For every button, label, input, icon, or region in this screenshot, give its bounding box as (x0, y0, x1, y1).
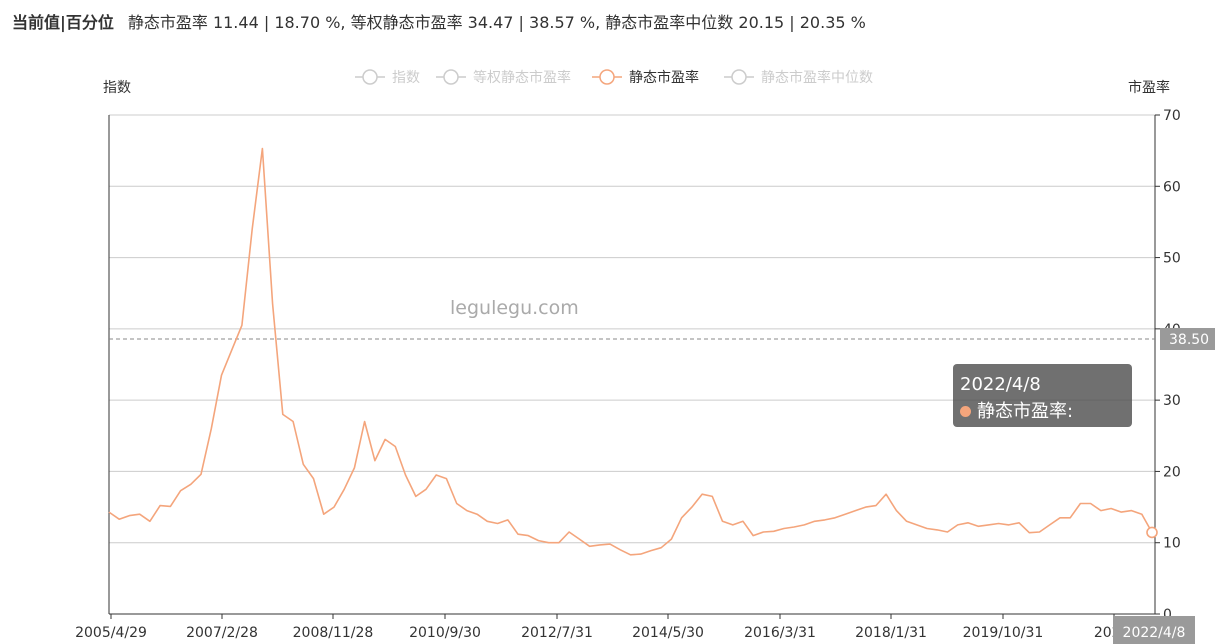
pe-line-chart: 指数 等权静态市盈率 静态市盈率 静态市盈率中位数 指数 市盈率 legulegu.c… (75, 69, 1215, 644)
x-tick-label-2005-4-29: 2005/4/29 (75, 625, 147, 641)
chart-legend: 指数 等权静态市盈率 静态市盈率 静态市盈率中位数 (355, 69, 873, 86)
x-tick-label-2007-2-28: 2007/2/28 (186, 625, 258, 641)
legend-marker-icon (599, 69, 615, 85)
pe-series (108, 147, 1158, 556)
y-tick-label-70: 70 (1163, 108, 1181, 124)
x-pointer-label: 2022/4/8 (1123, 625, 1186, 641)
x-tick-label-2019-10-31: 2019/10/31 (963, 625, 1044, 641)
x-tick-label-2010-9-30: 2010/9/30 (409, 625, 481, 641)
x-tick-label-2016-3-31: 2016/3/31 (744, 625, 816, 641)
pe-series-line (108, 147, 1153, 556)
legend-item-1[interactable]: 指数 (355, 69, 420, 86)
tooltip-row: 静态市盈率: 11.44 (960, 398, 1125, 452)
y-tick-label-20: 20 (1163, 464, 1181, 480)
crosshair-label: 38.50 (1169, 332, 1209, 348)
tooltip: 2022/4/8 静态市盈率: 11.44 (953, 364, 1132, 449)
legend-item-4[interactable]: 静态市盈率中位数 (724, 69, 873, 86)
legend-item-3[interactable]: 静态市盈率 (592, 69, 699, 86)
legend-item-2[interactable]: 等权静态市盈率 (436, 69, 571, 86)
x-tick-label-2008-11-28: 2008/11/28 (293, 625, 374, 641)
x-tick-label-2018-1-31: 2018/1/31 (855, 625, 927, 641)
right-y-tick-labels: 010203040506070 (1155, 108, 1181, 623)
legend-label: 静态市盈率中位数 (761, 69, 873, 86)
left-axis-name: 指数 (103, 80, 131, 96)
y-tick-label-60: 60 (1163, 179, 1181, 195)
y-tick-label-30: 30 (1163, 393, 1181, 409)
tooltip-value: 静态市盈率: 11.44 (960, 401, 1074, 449)
legend-marker-icon (443, 69, 459, 85)
x-tick-label-2012-7-31: 2012/7/31 (521, 625, 593, 641)
tooltip-date: 2022/4/8 (960, 374, 1041, 395)
grid-lines (109, 114, 1155, 544)
highlighted-point[interactable] (1146, 526, 1158, 539)
legend-label: 静态市盈率 (629, 69, 699, 86)
y-tick-label-50: 50 (1163, 251, 1181, 267)
series-color-dot (960, 406, 971, 417)
legend-label: 等权静态市盈率 (473, 69, 571, 86)
y-tick-label-10: 10 (1163, 536, 1181, 552)
watermark: legulegu.com (450, 297, 579, 319)
legend-marker-icon (731, 69, 747, 85)
x-tick-labels: 2005/4/29 2007/2/28 2008/11/28 2010/9/30 201… (75, 614, 1195, 644)
legend-label: 指数 (392, 70, 420, 86)
right-axis-name: 市盈率 (1128, 79, 1170, 96)
legend-marker-icon (362, 69, 378, 85)
x-tick-label-2014-5-30: 2014/5/30 (632, 625, 704, 641)
